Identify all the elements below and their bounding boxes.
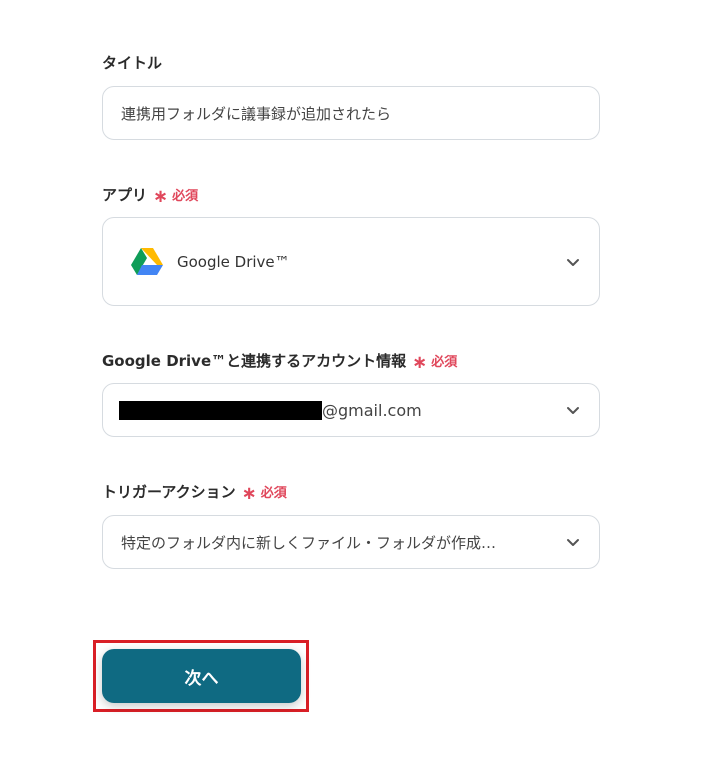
- account-label-text: Google Drive™と連携するアカウント情報: [102, 352, 407, 370]
- required-text: 必須: [431, 355, 458, 370]
- trigger-select[interactable]: 特定のフォルダ内に新しくファイル・フォルダが作成…: [102, 515, 600, 569]
- chevron-down-icon: [567, 539, 579, 546]
- asterisk-icon: ∗: [241, 482, 257, 504]
- app-select-value: Google Drive™: [177, 252, 290, 271]
- trigger-label-text: トリガーアクション: [102, 483, 236, 501]
- app-label-text: アプリ: [102, 186, 148, 204]
- app-label: アプリ ∗ 必須: [102, 184, 198, 205]
- asterisk-icon: ∗: [153, 185, 169, 207]
- app-select[interactable]: Google Drive™: [102, 217, 600, 306]
- title-label: タイトル: [102, 52, 162, 73]
- next-button[interactable]: 次へ: [102, 649, 301, 703]
- asterisk-icon: ∗: [412, 351, 428, 373]
- required-badge: ∗ 必須: [412, 351, 458, 373]
- account-label: Google Drive™と連携するアカウント情報 ∗ 必須: [102, 350, 457, 371]
- trigger-label: トリガーアクション ∗ 必須: [102, 481, 287, 502]
- redacted-email-user: [119, 400, 322, 420]
- required-text: 必須: [172, 189, 199, 204]
- title-input[interactable]: 連携用フォルダに議事録が追加されたら: [102, 86, 600, 140]
- title-label-text: タイトル: [102, 54, 163, 72]
- account-email-domain: @gmail.com: [322, 400, 422, 420]
- google-drive-icon: [131, 247, 163, 275]
- title-input-value: 連携用フォルダに議事録が追加されたら: [121, 104, 392, 123]
- account-select[interactable]: @gmail.com: [102, 383, 600, 437]
- chevron-down-icon: [567, 258, 579, 266]
- required-badge: ∗ 必須: [153, 185, 199, 207]
- trigger-select-value: 特定のフォルダ内に新しくファイル・フォルダが作成…: [121, 533, 497, 552]
- required-text: 必須: [260, 486, 287, 501]
- required-badge: ∗ 必須: [241, 482, 287, 504]
- chevron-down-icon: [567, 407, 579, 414]
